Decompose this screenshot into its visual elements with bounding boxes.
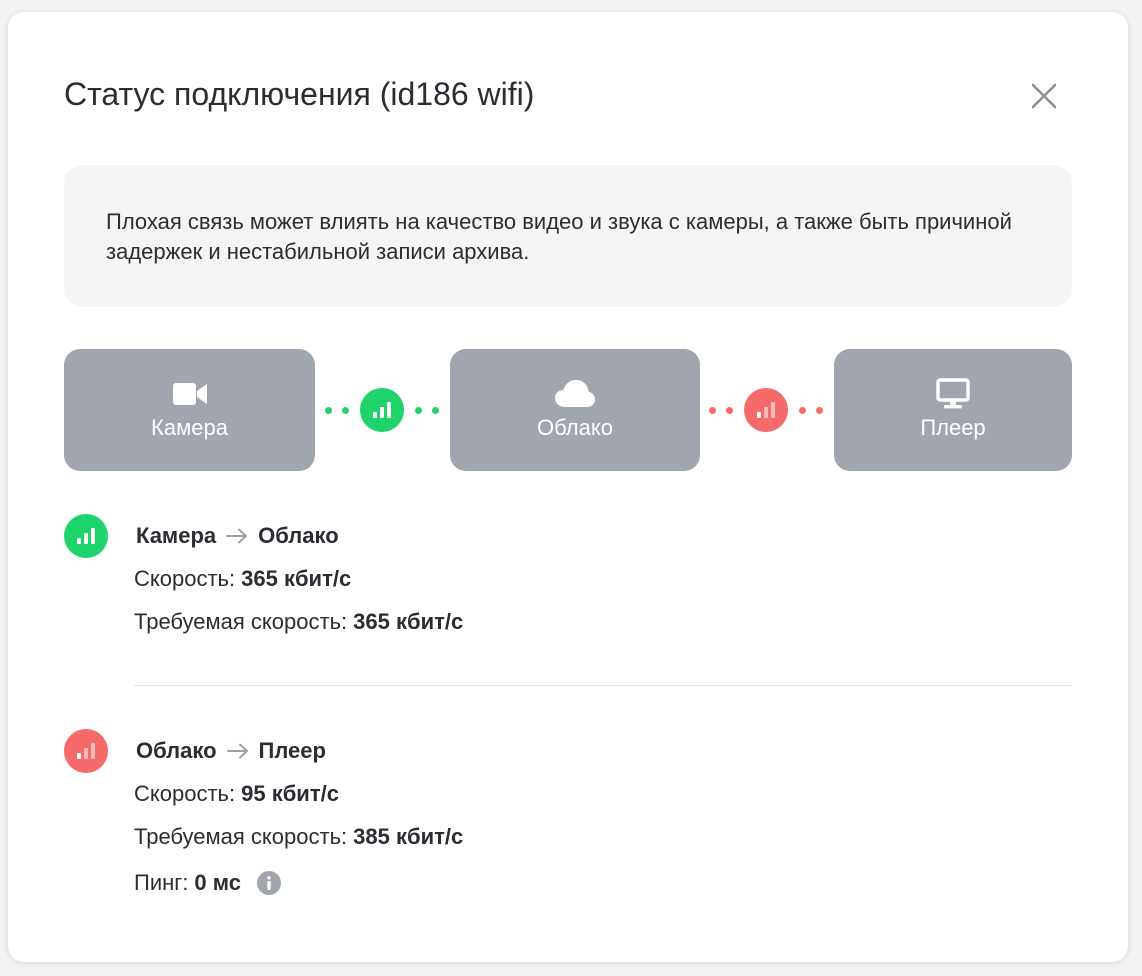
- speed-label: Скорость:: [134, 566, 236, 591]
- ping-line: Пинг: 0 мс: [134, 869, 281, 897]
- required-speed-line: Требуемая скорость: 365 кбит/с: [134, 608, 463, 636]
- link-cloud-player: [704, 388, 828, 432]
- link-dot: [342, 406, 349, 414]
- route-from: Камера: [136, 523, 217, 548]
- link-dot: [726, 406, 733, 414]
- required-speed-value: 385 кбит/с: [353, 824, 464, 849]
- divider: [134, 685, 1072, 686]
- speed-line: Скорость: 95 кбит/с: [134, 780, 339, 808]
- camera-icon: [172, 383, 207, 405]
- arrow-right-icon: [226, 528, 248, 544]
- link-dot: [432, 406, 439, 414]
- signal-bars-icon: [77, 528, 95, 544]
- arrow-right-icon: [226, 743, 249, 759]
- signal-bars-icon: [757, 402, 775, 418]
- link-dot: [709, 406, 716, 414]
- route-status-badge: [64, 514, 108, 558]
- link-dot: [325, 406, 332, 414]
- signal-bars-icon: [373, 402, 391, 418]
- close-icon: [1031, 83, 1057, 109]
- route-cloud-player: Облако Плеер Скорость: 95 кбит/с Требуем…: [64, 729, 1072, 909]
- modal-title: Статус подключения (id186 wifi): [64, 76, 535, 112]
- route-to: Облако: [258, 523, 339, 548]
- route-to: Плеер: [258, 738, 326, 763]
- node-player: Плеер: [834, 349, 1072, 471]
- required-speed-value: 365 кбит/с: [353, 609, 464, 634]
- required-speed-label: Требуемая скорость:: [134, 609, 348, 634]
- route-title: Облако Плеер: [136, 737, 326, 765]
- monitor-icon: [936, 378, 970, 409]
- route-from: Облако: [136, 738, 217, 763]
- cloud-icon: [555, 380, 595, 407]
- node-camera: Камера: [64, 349, 315, 471]
- speed-value: 365 кбит/с: [241, 566, 352, 591]
- route-camera-cloud: Камера Облако Скорость: 365 кбит/с Требу…: [64, 514, 1072, 654]
- speed-label: Скорость:: [134, 781, 236, 806]
- warning-notice: Плохая связь может влиять на качество ви…: [64, 165, 1072, 307]
- link-dot: [799, 406, 806, 414]
- ping-value: 0 мс: [194, 870, 241, 895]
- node-label: Камера: [151, 415, 228, 440]
- speed-value: 95 кбит/с: [241, 781, 339, 806]
- node-label: Облако: [537, 415, 613, 440]
- required-speed-label: Требуемая скорость:: [134, 824, 348, 849]
- notice-text: Плохая связь может влиять на качество ви…: [106, 209, 1012, 264]
- route-title: Камера Облако: [136, 522, 339, 550]
- node-cloud: Облако: [450, 349, 700, 471]
- link-dot: [415, 406, 422, 414]
- info-icon[interactable]: [256, 871, 281, 895]
- link-dot: [816, 406, 823, 414]
- connection-status-modal: Статус подключения (id186 wifi) Плохая с…: [8, 12, 1128, 962]
- signal-bars-icon: [77, 743, 95, 759]
- close-button[interactable]: [1024, 76, 1064, 116]
- route-status-badge: [64, 729, 108, 773]
- link-status-badge: [744, 388, 788, 432]
- node-label: Плеер: [920, 415, 986, 440]
- link-status-badge: [360, 388, 404, 432]
- ping-label: Пинг:: [134, 870, 189, 895]
- required-speed-line: Требуемая скорость: 385 кбит/с: [134, 823, 463, 851]
- speed-line: Скорость: 365 кбит/с: [134, 565, 351, 593]
- link-camera-cloud: [320, 388, 444, 432]
